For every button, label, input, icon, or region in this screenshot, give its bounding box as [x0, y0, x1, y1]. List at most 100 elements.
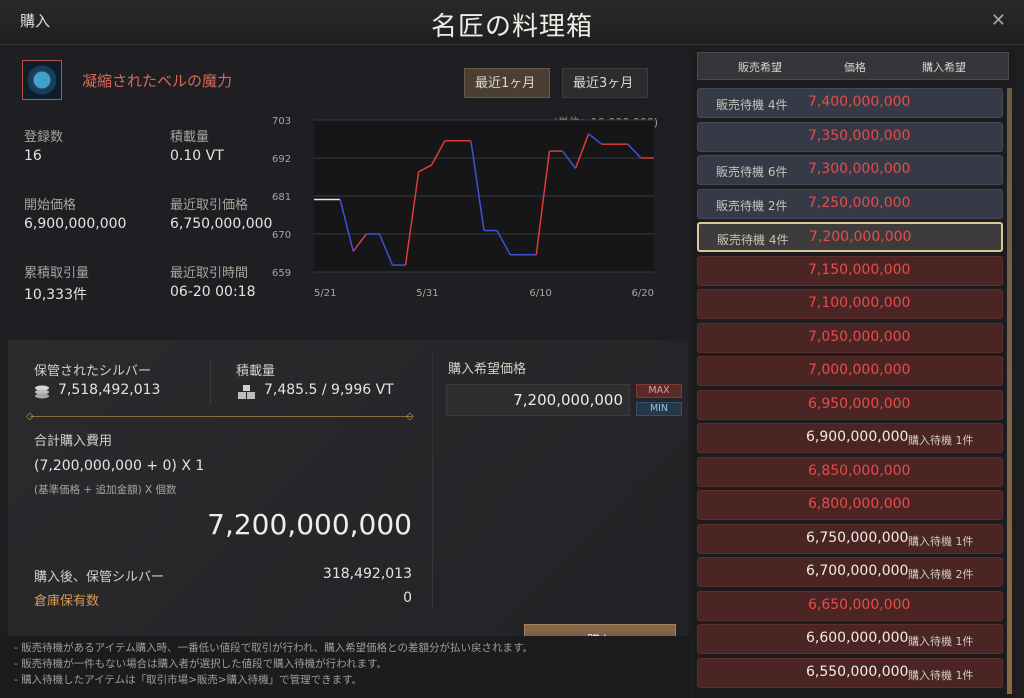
- ladder-scrollbar[interactable]: [1007, 88, 1012, 694]
- max-button[interactable]: MAX: [636, 384, 682, 398]
- window-title: 名匠の料理箱: [430, 12, 593, 42]
- after-silver-label: 購入後、保管シルバー: [34, 570, 165, 585]
- load-label: 積載量: [236, 364, 276, 379]
- buy-wait-count: 購入待機 2件: [908, 568, 974, 581]
- notes-area: - 販売待機があるアイテム購入時、一番低い値段で取引が行われ、購入希望価格との差…: [0, 636, 690, 698]
- ladder-row[interactable]: 販売待機 4件 7,400,000,000: [697, 88, 1003, 118]
- ladder-row[interactable]: 6,950,000,000: [697, 389, 1003, 420]
- ladder-row[interactable]: 6,550,000,000 購入待機 1件: [697, 657, 1003, 688]
- last-price-label: 最近取引価格: [170, 198, 249, 213]
- desired-price-value: 7,200,000,000: [513, 391, 623, 409]
- row-price: 7,000,000,000: [808, 362, 911, 378]
- sell-wait-count: 販売待機 4件: [716, 98, 788, 112]
- title-bar: 購入 名匠の料理箱 ✕: [0, 0, 1024, 45]
- scroll-thumb[interactable]: [1007, 88, 1012, 694]
- registered-label: 登録数: [24, 130, 64, 145]
- total-cost-value: 7,200,000,000: [207, 508, 412, 541]
- header-price: 価格: [844, 61, 866, 74]
- buy-window: 購入 名匠の料理箱 ✕ 凝縮されたベルの魔力 最近1ヶ月 最近3ヶ月 登録数 1…: [0, 0, 1024, 698]
- storage-value: 0: [403, 590, 412, 606]
- buy-wait-count: 購入待機 1件: [908, 434, 974, 447]
- note-2: - 販売待機が一件もない場合は購入者が選択した値段で購入待機が行われます。: [14, 658, 388, 670]
- ladder-row[interactable]: 販売待機 6件 7,300,000,000: [697, 155, 1003, 185]
- silver-value: 7,518,492,013: [58, 382, 161, 398]
- silver-label: 保管されたシルバー: [34, 364, 152, 379]
- buy-wait-count: 購入待機 1件: [908, 635, 974, 648]
- cost-formula-hint: (基準価格 + 追加金額) X 個数: [34, 484, 177, 496]
- ladder-row[interactable]: 7,150,000,000: [697, 255, 1003, 286]
- y-tick-label: 681: [272, 192, 291, 203]
- ladder-row[interactable]: 6,850,000,000: [697, 456, 1003, 487]
- buy-wait-count: 購入待機 1件: [908, 668, 974, 682]
- desired-price-field[interactable]: 7,200,000,000: [446, 384, 630, 416]
- order-ladder: 販売希望 価格 購入希望 販売待機 4件 7,400,000,000 7,350,0…: [693, 50, 1015, 698]
- gold-divider: [30, 416, 412, 417]
- row-price: 6,800,000,000: [808, 496, 911, 512]
- row-price: 7,300,000,000: [808, 161, 911, 177]
- left-pane: 凝縮されたベルの魔力 最近1ヶ月 最近3ヶ月 登録数 16 積載量 0.10 V…: [8, 48, 688, 660]
- silver-coins-icon: [34, 384, 50, 399]
- close-icon[interactable]: ✕: [991, 10, 1006, 31]
- purchase-panel: 保管されたシルバー 7,518,492,013 積載量 7,485.5 / 9,…: [8, 340, 688, 660]
- cost-formula: (7,200,000,000 + 0) X 1: [34, 458, 205, 474]
- note-1: - 販売待機があるアイテム購入時、一番低い値段で取引が行われ、購入希望価格との差…: [14, 642, 533, 654]
- weight-value: 0.10 VT: [170, 148, 224, 164]
- ladder-row[interactable]: 7,050,000,000: [697, 322, 1003, 353]
- sell-wait-count: 販売待機 6件: [716, 165, 788, 179]
- y-tick-label: 692: [272, 154, 291, 165]
- price-history-chart: 703 692 681 670 659 5/21 5/31 6/10 6/20: [272, 116, 654, 299]
- tab-recent-3-months[interactable]: 最近3ヶ月: [562, 68, 648, 98]
- weight-label: 積載量: [170, 130, 210, 145]
- ladder-row[interactable]: 6,750,000,000 購入待機 1件: [697, 523, 1003, 554]
- after-silver-value: 318,492,013: [322, 566, 412, 582]
- row-price: 6,850,000,000: [808, 462, 911, 479]
- row-price: 6,750,000,000: [806, 529, 909, 546]
- y-tick-label: 670: [272, 230, 291, 241]
- row-price: 6,700,000,000: [806, 563, 909, 579]
- ladder-row[interactable]: 6,650,000,000: [697, 590, 1003, 621]
- max-label: MAX: [648, 385, 670, 396]
- diamond-icon: ◇: [406, 411, 414, 422]
- desired-price-label: 購入希望価格: [448, 362, 527, 377]
- ladder-row[interactable]: 7,100,000,000: [697, 289, 1003, 319]
- cargo-boxes-icon: [238, 384, 256, 399]
- x-tick-label: 5/21: [314, 288, 336, 299]
- row-price: 7,400,000,000: [808, 94, 911, 110]
- volume-value: 10,333件: [24, 287, 87, 303]
- header-sell: 販売希望: [738, 61, 782, 74]
- start-price-label: 開始価格: [24, 198, 77, 213]
- sell-wait-count: 販売待機 4件: [717, 233, 789, 247]
- row-price: 7,150,000,000: [808, 261, 911, 278]
- row-price: 6,600,000,000: [806, 630, 909, 646]
- row-price: 7,350,000,000: [808, 127, 911, 144]
- header-buy: 購入希望: [922, 61, 966, 74]
- sell-wait-count: 販売待機 2件: [716, 198, 788, 213]
- row-price: 7,250,000,000: [808, 194, 911, 211]
- row-price: 7,100,000,000: [808, 295, 911, 311]
- min-button[interactable]: MIN: [636, 402, 682, 416]
- tab-label: 最近3ヶ月: [573, 76, 634, 91]
- ladder-row[interactable]: 6,600,000,000 購入待機 1件: [697, 624, 1003, 654]
- row-price: 6,650,000,000: [808, 596, 911, 613]
- ladder-row[interactable]: 7,350,000,000: [697, 121, 1003, 152]
- ladder-row[interactable]: 6,700,000,000 購入待機 2件: [697, 557, 1003, 587]
- buy-wait-count: 購入待機 1件: [908, 534, 974, 548]
- x-tick-label: 5/31: [416, 288, 438, 299]
- x-tick-label: 6/10: [529, 288, 551, 299]
- last-time-label: 最近取引時間: [170, 266, 249, 281]
- start-price-value: 6,900,000,000: [24, 216, 127, 232]
- ladder-row[interactable]: 7,000,000,000: [697, 356, 1003, 386]
- tab-recent-1-month[interactable]: 最近1ヶ月: [464, 68, 550, 98]
- vertical-divider: [432, 354, 433, 610]
- last-time-value: 06-20 00:18: [170, 284, 256, 300]
- last-price-value: 6,750,000,000: [170, 216, 273, 232]
- ladder-row[interactable]: 6,900,000,000 購入待機 1件: [697, 423, 1003, 453]
- ladder-row[interactable]: 6,800,000,000: [697, 490, 1003, 520]
- tab-label: 最近1ヶ月: [475, 76, 536, 91]
- row-price: 7,050,000,000: [808, 328, 911, 345]
- diamond-icon: ◇: [26, 411, 34, 422]
- ladder-row[interactable]: 販売待機 2件 7,250,000,000: [697, 188, 1003, 219]
- ladder-row[interactable]: 販売待機 4件 7,200,000,000: [697, 222, 1003, 252]
- row-price: 6,550,000,000: [806, 663, 909, 680]
- registered-value: 16: [24, 148, 42, 164]
